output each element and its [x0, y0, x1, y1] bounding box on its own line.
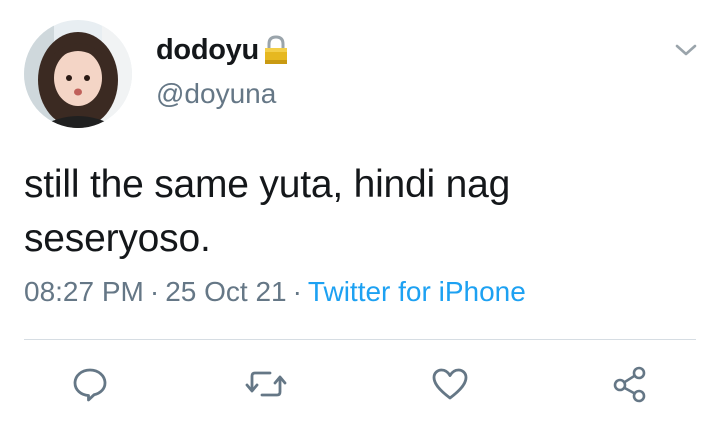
reply-button[interactable] — [68, 362, 112, 406]
tweet-meta: 08:27 PM · 25 Oct 21 · Twitter for iPhone — [24, 276, 526, 308]
meta-separator: · — [149, 276, 160, 307]
reply-icon — [73, 368, 107, 402]
heart-icon — [432, 368, 468, 400]
chevron-down-icon[interactable] — [672, 40, 700, 60]
lock-icon — [263, 35, 289, 65]
tweet-time[interactable]: 08:27 PM — [24, 276, 144, 307]
meta-separator: · — [292, 276, 302, 307]
retweet-button[interactable] — [244, 362, 288, 406]
display-name[interactable]: dodoyu — [156, 34, 259, 67]
tweet-card: dodoyu @doyuna still the same yuta, hind… — [0, 0, 720, 443]
user-handle[interactable]: @doyuna — [156, 78, 276, 110]
share-icon — [613, 366, 646, 403]
like-button[interactable] — [428, 362, 472, 406]
avatar-image — [24, 20, 132, 128]
tweet-text: still the same yuta, hindi nag seseryoso… — [24, 163, 511, 260]
display-name-row[interactable]: dodoyu — [156, 30, 289, 70]
tweet-date[interactable]: 25 Oct 21 — [165, 276, 286, 307]
share-button[interactable] — [608, 362, 652, 406]
avatar[interactable] — [24, 20, 132, 128]
tweet-source-link[interactable]: Twitter for iPhone — [308, 276, 526, 307]
retweet-icon — [245, 371, 287, 397]
divider — [24, 339, 696, 340]
action-bar — [0, 362, 720, 406]
